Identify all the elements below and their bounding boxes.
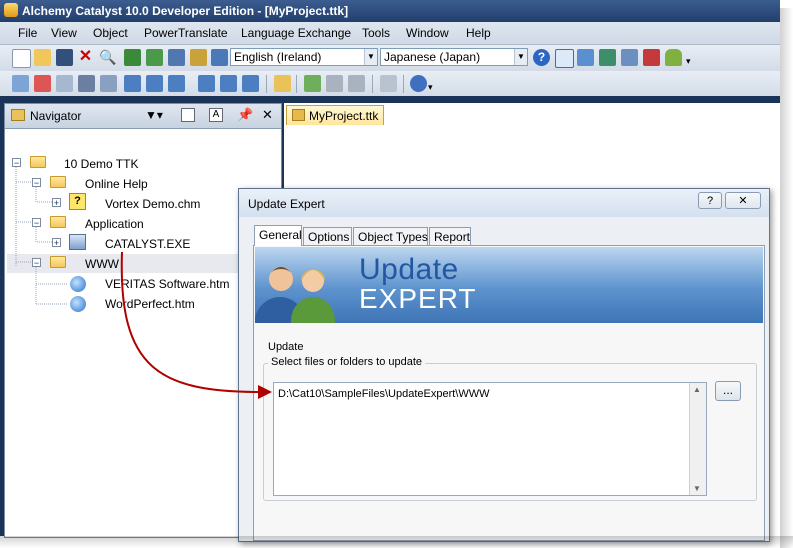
menu-bar: File View Object PowerTranslate Language… [0,22,780,45]
people-icon [255,267,335,323]
menu-help[interactable]: Help [466,26,491,40]
banner-title-expert: EXPERT [359,283,477,314]
next-icon[interactable] [146,75,163,92]
document-tab-label: MyProject.ttk [309,109,379,123]
insert-icon[interactable] [124,49,141,66]
tab-options[interactable]: Options [303,227,352,246]
update-expert-banner: Update EXPERT [255,247,763,323]
toolbar-divider [403,75,404,93]
prev-icon[interactable] [124,75,141,92]
project-icon [292,109,305,121]
target-language-select[interactable]: Japanese (Japan) ▼ [380,48,528,66]
group-label: Select files or folders to update [268,356,426,368]
prepare-icon[interactable] [190,49,207,66]
tree-item-wordperfect[interactable]: WordPerfect.htm [105,297,195,311]
section-title: Update [268,341,304,353]
toolbar-divider [372,75,373,93]
window-title: Alchemy Catalyst 10.0 Developer Edition … [22,4,349,18]
main-toolbar: ✕ 🔍 English (Ireland) ▼ Japanese (Japan)… [0,45,780,72]
menu-file[interactable]: File [18,26,37,40]
tab-general[interactable]: General [254,225,302,246]
new-icon[interactable] [12,49,31,68]
move-up-icon[interactable] [198,75,215,92]
document-tab[interactable]: MyProject.ttk [286,105,384,125]
pointer-icon[interactable] [348,75,365,92]
target-icon[interactable] [555,49,574,68]
secondary-toolbar: ▾ [0,71,780,98]
menu-language-exchange[interactable]: Language Exchange [241,26,351,40]
tree-item-vortex-demo[interactable]: Vortex Demo.chm [105,197,200,211]
dialog-close-button[interactable]: ✕ [725,192,761,209]
page-shadow-right [780,8,793,548]
tree-item-veritas[interactable]: VERITAS Software.htm [105,277,229,291]
scroll-up-icon[interactable]: ▲ [693,385,701,394]
source-language-select[interactable]: English (Ireland) ▼ [230,48,378,66]
settings-icon[interactable] [410,75,427,92]
toolbar-divider [296,75,297,93]
tag-icon[interactable] [100,75,117,92]
overflow-icon[interactable]: ▾ [686,49,703,66]
filter-icon[interactable]: ▼▾ [145,108,163,122]
notes-icon[interactable] [274,75,291,92]
validate-icon[interactable] [12,75,29,92]
banner-title-update: Update [359,253,459,286]
first-icon[interactable] [168,75,185,92]
import-icon[interactable] [146,49,163,66]
dialog-title: Update Expert [248,197,325,211]
add-icon[interactable] [304,75,321,92]
dialog-help-button[interactable]: ? [698,192,722,209]
tab-report[interactable]: Report [429,227,471,246]
clear-icon[interactable] [34,75,51,92]
open-icon[interactable] [34,49,51,66]
file-list-scrollbar[interactable]: ▲ ▼ [689,383,706,495]
language-icon[interactable] [211,49,228,66]
menu-powertranslate[interactable]: PowerTranslate [144,26,228,40]
bookmark-icon[interactable] [78,75,95,92]
dialog-title-bar: Update Expert ? ✕ [239,189,769,217]
pin-icon[interactable]: 📌 [237,107,253,123]
delete-icon[interactable]: ✕ [77,49,94,66]
pencil-icon[interactable] [56,75,73,92]
menu-view[interactable]: View [51,26,77,40]
export-icon[interactable] [168,49,185,66]
update-expert-dialog: Update Expert ? ✕ General Options Object… [238,188,770,542]
chevron-down-icon[interactable]: ▼ [514,49,527,65]
grid-view-icon[interactable] [181,108,195,122]
save-icon[interactable] [56,49,73,66]
general-tab-panel: Update EXPERT Update Select files or fol… [253,245,765,541]
android-icon[interactable] [665,49,682,66]
tree-lines [15,167,68,305]
tree-item-catalyst-exe[interactable]: CATALYST.EXE [105,237,190,251]
chevron-down-icon[interactable]: ▼ [364,49,377,65]
title-bar: Alchemy Catalyst 10.0 Developer Edition … [0,0,780,22]
overflow-icon[interactable]: ▾ [428,75,445,92]
file-list-entry[interactable]: D:\Cat10\SampleFiles\UpdateExpert\WWW [278,388,490,400]
menu-tools[interactable]: Tools [362,26,390,40]
find-icon[interactable]: 🔍 [99,49,116,66]
hand-icon[interactable] [326,75,343,92]
menu-object[interactable]: Object [93,26,128,40]
move-icon[interactable] [242,75,259,92]
menu-window[interactable]: Window [406,26,449,40]
window-icon[interactable] [577,49,594,66]
report-icon[interactable] [621,49,638,66]
tab-object-types[interactable]: Object Types [353,227,428,246]
page-shadow-bottom [0,536,793,548]
app-icon [4,3,18,17]
comment-icon[interactable] [380,75,397,92]
browse-button[interactable]: ... [715,381,741,401]
help-icon[interactable]: ? [533,49,550,66]
toolbar-divider [266,75,267,93]
grid-icon[interactable] [599,49,616,66]
tool-icon[interactable] [643,49,660,66]
scroll-down-icon[interactable]: ▼ [693,484,701,493]
move-down-icon[interactable] [220,75,237,92]
text-view-icon[interactable]: A [209,108,223,122]
close-icon[interactable]: ✕ [262,107,273,123]
file-list-box[interactable]: D:\Cat10\SampleFiles\UpdateExpert\WWW ▲ … [273,382,707,496]
